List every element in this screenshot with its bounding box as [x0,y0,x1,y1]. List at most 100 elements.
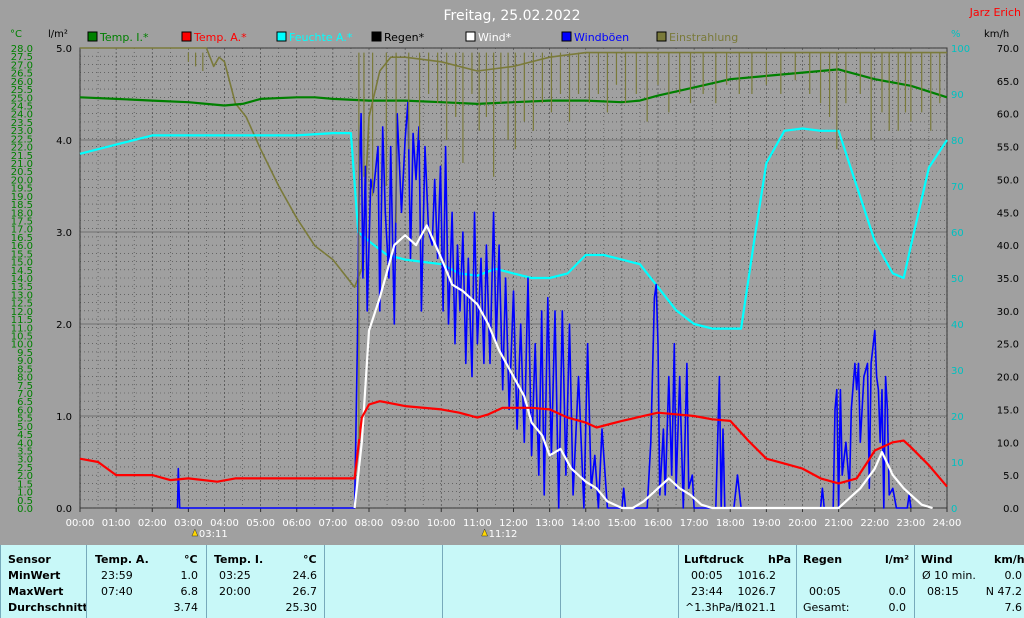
pressure-panel: Luftdruck hPa 00:05 1016.2 23:44 1026.7 … [678,545,796,618]
wind-axis-label: 45.0 [997,208,1019,219]
wind-panel: Wind km/h Ø 10 min. 0.0 08:15 N 47.2 7.6 [914,545,1024,618]
x-tick-label: 13:00 [535,518,564,529]
humidity-axis-label: 80 [951,136,964,147]
pressure-trend-label: ^1.3hPa/h [685,601,743,614]
wind-axis-unit: km/h [984,29,1009,40]
humidity-axis-unit: % [951,29,961,40]
temp-in-min-time: 03:25 [219,569,251,582]
wind-axis-label: 30.0 [997,307,1019,318]
x-tick-label: 23:00 [896,518,925,529]
rain-panel: Regen l/m² 00:05 0.0 Gesamt: 0.0 [796,545,914,618]
humidity-axis-label: 50 [951,274,964,285]
legend-label: Einstrahlung [669,31,738,44]
rain-axis-label: 3.0 [56,228,72,239]
sensor-panel: Sensor MinWert MaxWert Durchschnitt [0,545,88,618]
wind-axis-label: 10.0 [997,438,1019,449]
wind-axis-label: 35.0 [997,274,1019,285]
chart-grid [79,47,948,509]
rain-axis-label: 5.0 [56,44,72,55]
humidity-axis-label: 40 [951,320,964,331]
x-tick-label: 15:00 [607,518,636,529]
pressure-max-value: 1026.7 [737,585,777,598]
rain-axis-label: 1.0 [56,412,72,423]
wind-avg10-value: 0.0 [1004,569,1023,582]
x-tick-label: 17:00 [680,518,709,529]
wind-max-value: N 47.2 [985,585,1022,598]
temp-out-header: Temp. A. [95,553,149,566]
time-marker-label: 03:11 [199,529,228,540]
x-tick-label: 03:00 [174,518,203,529]
x-tick-label: 10:00 [427,518,456,529]
legend-swatch [656,31,667,42]
rain-row3-value: 0.0 [888,585,907,598]
humidity-axis-label: 70 [951,182,964,193]
wind-axis-label: 5.0 [1003,471,1019,482]
humidity-axis-label: 0 [951,504,957,515]
legend-label: Feuchte A.* [289,31,353,44]
temp-out-max-value: 6.8 [180,585,199,598]
legend-swatch [276,31,287,42]
temp-out-avg-value: 3.74 [173,601,199,614]
rain-total-value: 0.0 [888,601,907,614]
temp-in-panel: Temp. I. °C 03:25 24.6 20:00 26.7 25.30 [206,545,324,618]
wind-header: Wind [921,553,953,566]
x-tick-label: 18:00 [716,518,745,529]
legend-swatch [371,31,382,42]
temp-axis-unit: °C [10,29,22,40]
wind-axis-label: 25.0 [997,340,1019,351]
wind-axis-label: 15.0 [997,405,1019,416]
wind-axis-label: 40.0 [997,241,1019,252]
x-tick-label: 14:00 [571,518,600,529]
temp-out-unit: °C [184,553,198,566]
rain-axis-label: 0.0 [56,504,72,515]
legend-swatch [87,31,98,42]
sensor-header: Sensor [8,553,51,566]
temp-out-panel: Temp. A. °C 23:59 1.0 07:40 6.8 3.74 [86,545,206,618]
time-marker-label: 11:12 [489,529,518,540]
wind-axis-label: 70.0 [997,44,1019,55]
rain-unit: l/m² [885,553,910,566]
sensor-max-label: MaxWert [8,585,64,598]
humidity-axis-label: 30 [951,366,964,377]
temp-axis-label: 28.0 [11,44,33,55]
temp-in-avg-value: 25.30 [285,601,318,614]
temp-in-unit: °C [303,553,317,566]
wind-unit: km/h [994,553,1024,566]
x-tick-label: 21:00 [824,518,853,529]
rain-total-label: Gesamt: [803,601,850,614]
legend-label: Wind* [478,31,512,44]
temp-in-max-time: 20:00 [219,585,251,598]
rain-time: 00:05 [809,585,841,598]
empty-panel-1 [324,545,442,618]
rain-axis-label: 2.0 [56,320,72,331]
wind-avg-value: 7.6 [1004,601,1023,614]
temp-out-min-value: 1.0 [180,569,199,582]
pressure-max-time: 23:44 [691,585,723,598]
temp-in-max-value: 26.7 [292,585,318,598]
x-tick-label: 00:00 [66,518,95,529]
wind-axis-label: 55.0 [997,143,1019,154]
weather-chart: Freitag, 25.02.2022 Jarz Erich Temp. I.*… [0,0,1024,545]
pressure-trend-value: 1021.1 [737,601,777,614]
x-tick-label: 04:00 [210,518,239,529]
temp-out-max-time: 07:40 [101,585,133,598]
rain-axis-unit: l/m² [48,29,68,40]
x-tick-label: 22:00 [860,518,889,529]
x-tick-label: 12:00 [499,518,528,529]
sensor-min-label: MinWert [8,569,61,582]
pressure-unit: hPa [768,553,792,566]
pressure-header: Luftdruck [684,553,744,566]
wind-axis-label: 65.0 [997,77,1019,88]
legend-label: Regen* [384,31,425,44]
wind-max-time: 08:15 [927,585,959,598]
wind-avg10-label: Ø 10 min. [922,569,976,582]
x-tick-label: 08:00 [355,518,384,529]
pressure-min-time: 00:05 [691,569,723,582]
legend-label: Temp. I.* [99,31,149,44]
legend-swatch [465,31,476,42]
x-tick-label: 06:00 [282,518,311,529]
x-tick-label: 09:00 [391,518,420,529]
x-tick-label: 02:00 [138,518,167,529]
pressure-min-value: 1016.2 [737,569,777,582]
humidity-axis-label: 20 [951,412,964,423]
